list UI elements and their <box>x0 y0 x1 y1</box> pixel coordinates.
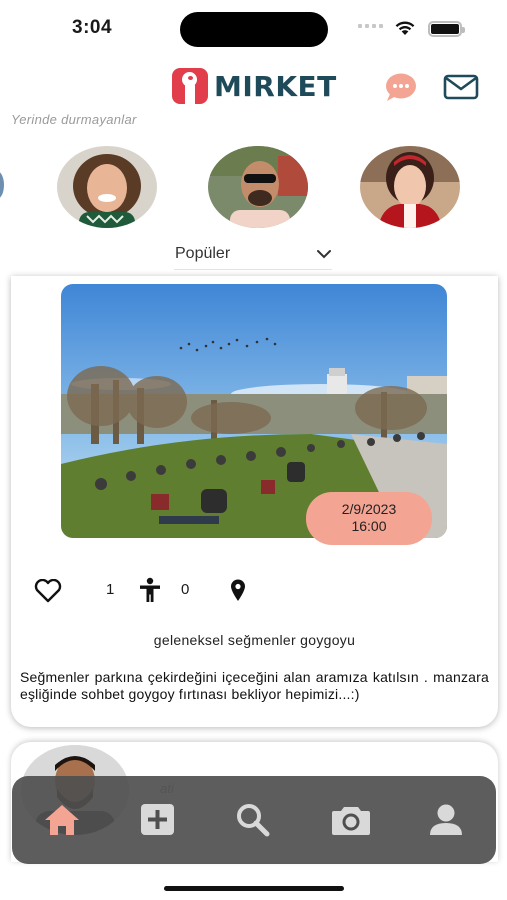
post-actions: 1 0 <box>33 576 293 606</box>
tab-home[interactable] <box>42 802 82 840</box>
logo-text: MIRKET <box>214 69 337 103</box>
event-date-badge: 2/9/2023 16:00 <box>306 492 432 545</box>
like-count: 1 <box>106 581 115 598</box>
story-avatar-3[interactable] <box>360 146 460 228</box>
camera-icon <box>332 807 370 835</box>
meerkat-logo-icon <box>172 68 208 104</box>
status-bar: 3:04 <box>0 0 507 58</box>
sort-selected-label: Popüler <box>175 244 231 262</box>
avatar-woman-curly-hair <box>57 146 157 228</box>
avatar-woman-red-scarf <box>360 146 460 228</box>
dynamic-island <box>180 12 328 47</box>
post-title: geleneksel seğmenler goygoyu <box>153 632 356 648</box>
story-avatar-2[interactable] <box>208 146 308 228</box>
story-avatar-1[interactable] <box>57 146 157 228</box>
app-logo: MIRKET <box>172 68 337 104</box>
join-count: 0 <box>181 581 190 598</box>
status-time: 3:04 <box>72 17 113 38</box>
search-icon <box>237 804 270 837</box>
post-card[interactable]: 2/9/2023 16:00 1 0 geleneksel seğmenler … <box>11 276 498 727</box>
cellular-signal-icon <box>358 24 383 28</box>
tab-search[interactable] <box>234 802 274 840</box>
sort-dropdown[interactable]: Popüler <box>174 238 332 270</box>
post-body: Seğmenler parkına çekirdeğini içeceğini … <box>20 669 489 702</box>
location-pin-icon[interactable] <box>229 578 247 602</box>
event-time: 16:00 <box>351 518 387 534</box>
tab-profile[interactable] <box>426 802 466 840</box>
tab-add[interactable] <box>138 802 178 840</box>
stories-row <box>0 143 507 229</box>
app-header: MIRKET <box>0 60 507 112</box>
home-indicator <box>164 886 344 891</box>
heart-icon[interactable] <box>33 579 63 603</box>
tagline: Yerinde durmayanlar <box>11 112 137 127</box>
bottom-tab-bar <box>12 776 496 864</box>
home-icon <box>45 805 79 835</box>
story-avatar-partial[interactable] <box>0 171 4 199</box>
tab-camera[interactable] <box>330 802 370 840</box>
chat-bubble-icon[interactable] <box>384 72 418 102</box>
wifi-icon <box>395 21 415 35</box>
avatar-man-sunglasses <box>208 146 308 228</box>
chevron-down-icon <box>317 249 331 258</box>
person-join-icon[interactable] <box>139 577 161 603</box>
plus-square-icon <box>141 804 174 835</box>
battery-icon <box>428 21 465 37</box>
event-date: 2/9/2023 <box>341 501 397 517</box>
user-icon <box>430 804 462 835</box>
mail-icon[interactable] <box>443 74 479 100</box>
